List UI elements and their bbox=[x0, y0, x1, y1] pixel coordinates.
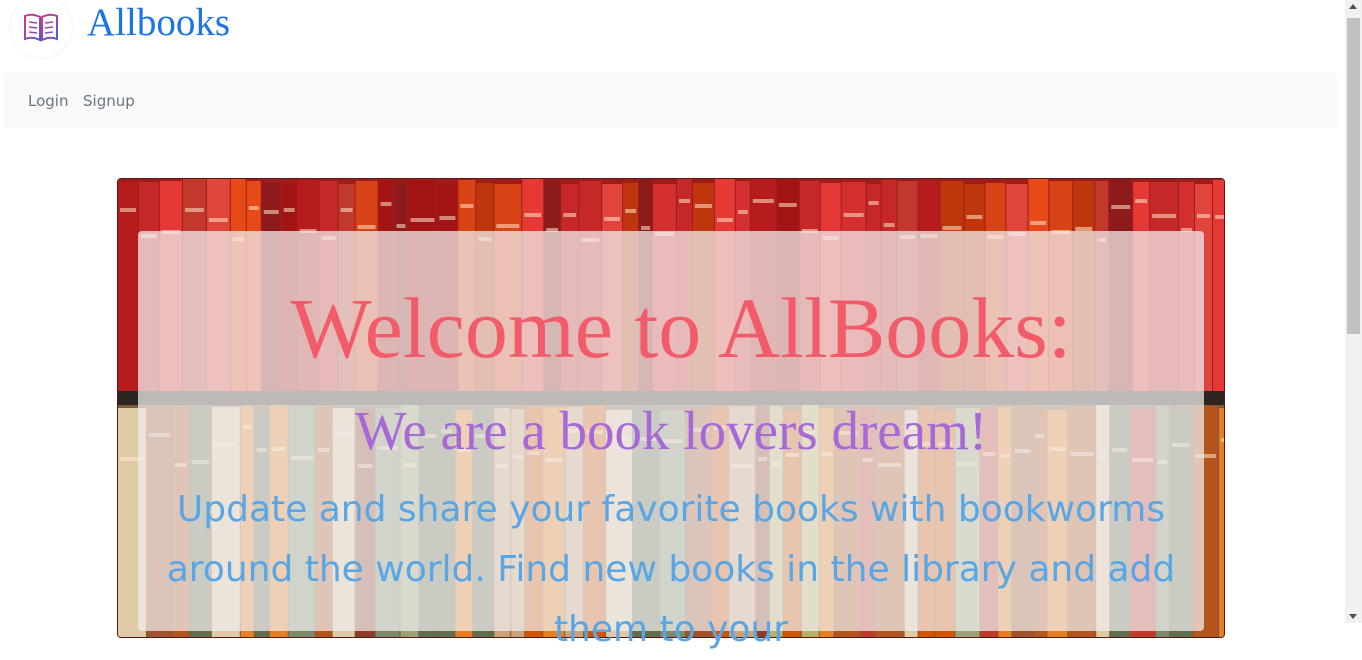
book-spine-band bbox=[119, 208, 136, 212]
book-spine-band bbox=[868, 201, 879, 205]
open-book-icon bbox=[24, 13, 58, 42]
book-spine-band bbox=[184, 208, 204, 212]
nav-signup-link[interactable]: Signup bbox=[83, 92, 135, 110]
book-spine-band bbox=[694, 204, 712, 208]
book-spine-band bbox=[625, 209, 637, 213]
book-spine-band bbox=[283, 208, 295, 212]
hero-title: Welcome to AllBooks: bbox=[290, 280, 1072, 376]
book-spine-band bbox=[942, 226, 962, 230]
hero-subtitle: We are a book lovers dream! bbox=[354, 400, 988, 461]
book-spine-band bbox=[752, 199, 774, 203]
logo[interactable] bbox=[10, 0, 72, 58]
book-spine-band bbox=[1215, 215, 1224, 219]
book-spine-band bbox=[380, 202, 392, 206]
scroll-thumb[interactable] bbox=[1347, 18, 1360, 334]
book-spine-band bbox=[248, 206, 259, 210]
book-spine-band bbox=[496, 224, 520, 228]
brand[interactable]: Allbooks bbox=[10, 0, 410, 60]
book-spine-band bbox=[439, 216, 456, 220]
book-spine-band bbox=[208, 218, 228, 222]
scroll-up-arrow-icon[interactable] bbox=[1349, 4, 1357, 9]
book-spine-band bbox=[340, 208, 353, 212]
brand-name[interactable]: Allbooks bbox=[87, 1, 230, 45]
book-spine-band bbox=[563, 213, 577, 217]
book-spine-band bbox=[263, 210, 279, 214]
navbar: Login Signup bbox=[4, 73, 1337, 128]
book-spine-band bbox=[1197, 214, 1211, 218]
book-spine-band bbox=[966, 215, 983, 219]
book-spine-band bbox=[396, 224, 406, 228]
book-spine-band bbox=[678, 199, 690, 203]
book-spine-band bbox=[843, 213, 864, 217]
book-spine-band bbox=[737, 210, 748, 214]
book-spine-band bbox=[1030, 221, 1047, 225]
book-spine-band bbox=[1135, 199, 1148, 203]
book-spine-band bbox=[604, 217, 621, 221]
book-spine-band bbox=[716, 218, 733, 222]
book-spine-band bbox=[460, 204, 474, 208]
hero-paragraph: Update and share your favorite books wit… bbox=[166, 489, 1176, 650]
book-spine-band bbox=[641, 226, 651, 230]
book-spine-band bbox=[1152, 214, 1177, 218]
nav-login-link[interactable]: Login bbox=[28, 92, 68, 110]
book-spine-band bbox=[410, 218, 435, 222]
page-scrollbar[interactable] bbox=[1345, 0, 1362, 623]
scroll-down-arrow-icon[interactable] bbox=[1349, 614, 1357, 619]
book-spine-band bbox=[357, 225, 376, 229]
book-spine-band bbox=[524, 213, 542, 217]
book-spine-band bbox=[778, 203, 797, 207]
book-spine-band bbox=[883, 223, 895, 227]
book-spine-band bbox=[1111, 205, 1131, 209]
